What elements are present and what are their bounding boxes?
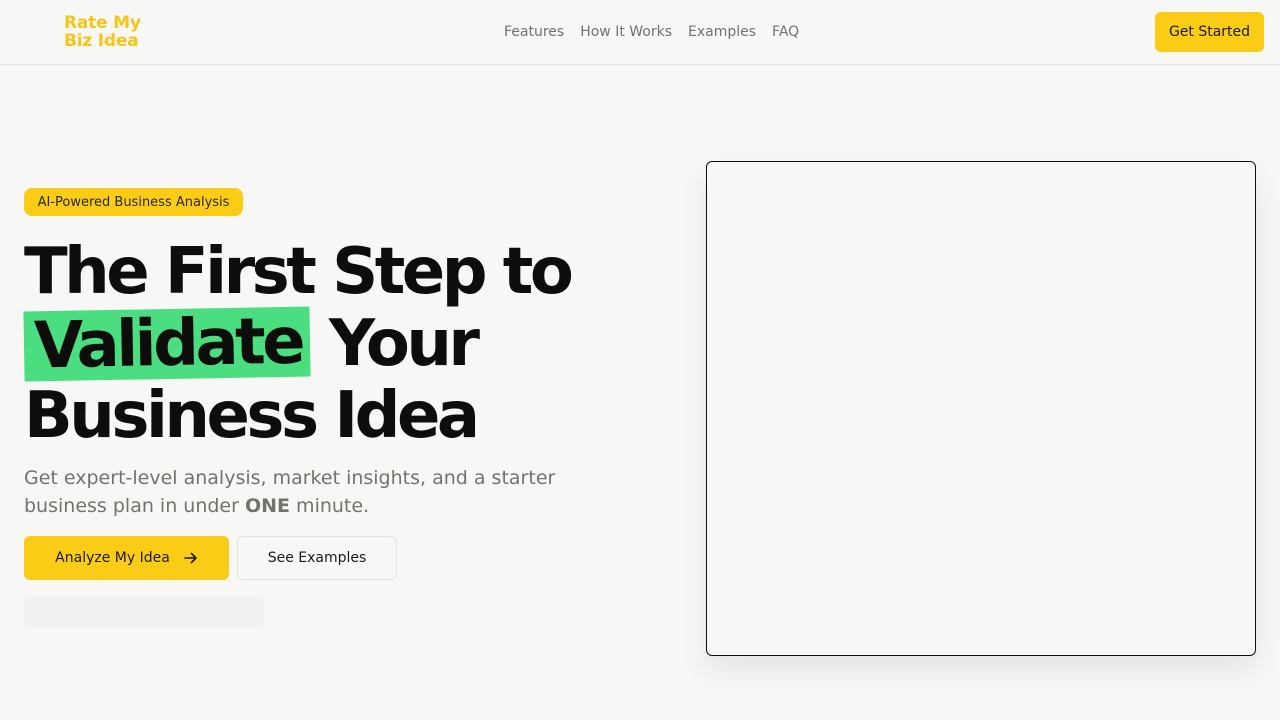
analyze-idea-button[interactable]: Analyze My Idea bbox=[24, 536, 229, 580]
preview-panel bbox=[706, 161, 1256, 656]
main-nav: Features How It Works Examples FAQ bbox=[504, 23, 799, 41]
nav-link-features[interactable]: Features bbox=[504, 23, 564, 41]
logo[interactable]: Rate My Biz Idea bbox=[64, 14, 154, 50]
hero-badge: AI-Powered Business Analysis bbox=[24, 188, 243, 216]
analyze-button-label: Analyze My Idea bbox=[55, 550, 170, 566]
headline-highlight: Validate bbox=[23, 305, 311, 383]
headline-line-3: Business Idea bbox=[24, 379, 480, 453]
subtitle-emphasis: ONE bbox=[244, 495, 291, 517]
logo-line-1: Rate My bbox=[64, 13, 141, 33]
nav-link-how-it-works[interactable]: How It Works bbox=[580, 23, 672, 41]
loading-placeholder bbox=[24, 596, 264, 628]
hero-subtitle: Get expert-level analysis, market insigh… bbox=[24, 464, 584, 520]
nav-link-examples[interactable]: Examples bbox=[688, 23, 756, 41]
headline-line-2-rest: Your bbox=[328, 307, 480, 381]
get-started-button[interactable]: Get Started bbox=[1155, 12, 1264, 52]
site-header: Rate My Biz Idea Features How It Works E… bbox=[0, 0, 1280, 65]
arrow-right-icon bbox=[184, 552, 197, 564]
nav-link-faq[interactable]: FAQ bbox=[772, 23, 799, 41]
headline-line-2: Validate Your bbox=[23, 305, 644, 383]
headline-line-1: The First Step to bbox=[24, 235, 574, 309]
see-examples-button[interactable]: See Examples bbox=[237, 536, 397, 580]
logo-line-2: Biz Idea bbox=[64, 31, 139, 51]
subtitle-part-2: minute. bbox=[290, 495, 370, 517]
hero-headline: The First Step to Validate Your Business… bbox=[23, 235, 644, 453]
